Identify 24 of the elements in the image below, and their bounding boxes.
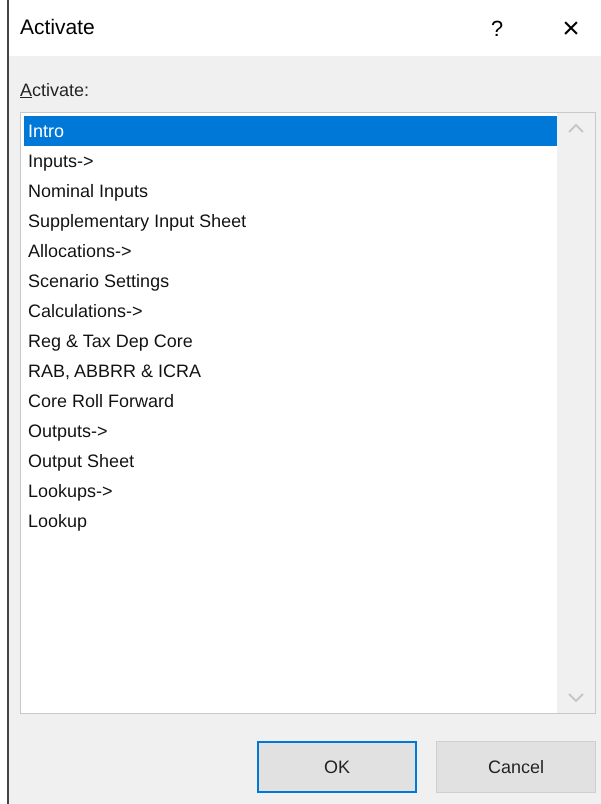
list-item[interactable]: Inputs->: [24, 146, 557, 176]
dialog-button[interactable]: Cancel: [436, 741, 596, 793]
list-item[interactable]: Core Roll Forward: [24, 386, 557, 416]
dialog-button[interactable]: OK: [257, 741, 417, 793]
list-item[interactable]: Output Sheet: [24, 446, 557, 476]
list-item[interactable]: Outputs->: [24, 416, 557, 446]
list-item[interactable]: Supplementary Input Sheet: [24, 206, 557, 236]
close-button[interactable]: ×: [547, 6, 595, 50]
list-item[interactable]: Allocations->: [24, 236, 557, 266]
window-title: Activate: [20, 15, 96, 42]
scroll-down-icon[interactable]: [568, 693, 584, 703]
scrollbar[interactable]: [557, 113, 595, 713]
list-item[interactable]: Nominal Inputs: [24, 176, 557, 206]
help-button[interactable]: ?: [477, 8, 517, 48]
list-item[interactable]: Calculations->: [24, 296, 557, 326]
list-item[interactable]: Lookups->: [24, 476, 557, 506]
list-label: Activate:: [20, 79, 90, 102]
list-item[interactable]: Lookup: [24, 506, 557, 536]
list-item[interactable]: Scenario Settings: [24, 266, 557, 296]
list-item[interactable]: Intro: [24, 116, 557, 146]
sheet-listbox[interactable]: Intro Inputs-> Nominal Inputs Supplementary Input Sheet Allocations-> Scenario Settings Calculations-> Reg & Tax Dep Core RAB, ABBRR & ICRA Core Roll Forward Outputs-> Output Sheet Lookups-> Lookup: [20, 112, 596, 714]
list-item[interactable]: Reg & Tax Dep Core: [24, 326, 557, 356]
scroll-up-icon[interactable]: [568, 123, 584, 133]
list-item[interactable]: RAB, ABBRR & ICRA: [24, 356, 557, 386]
